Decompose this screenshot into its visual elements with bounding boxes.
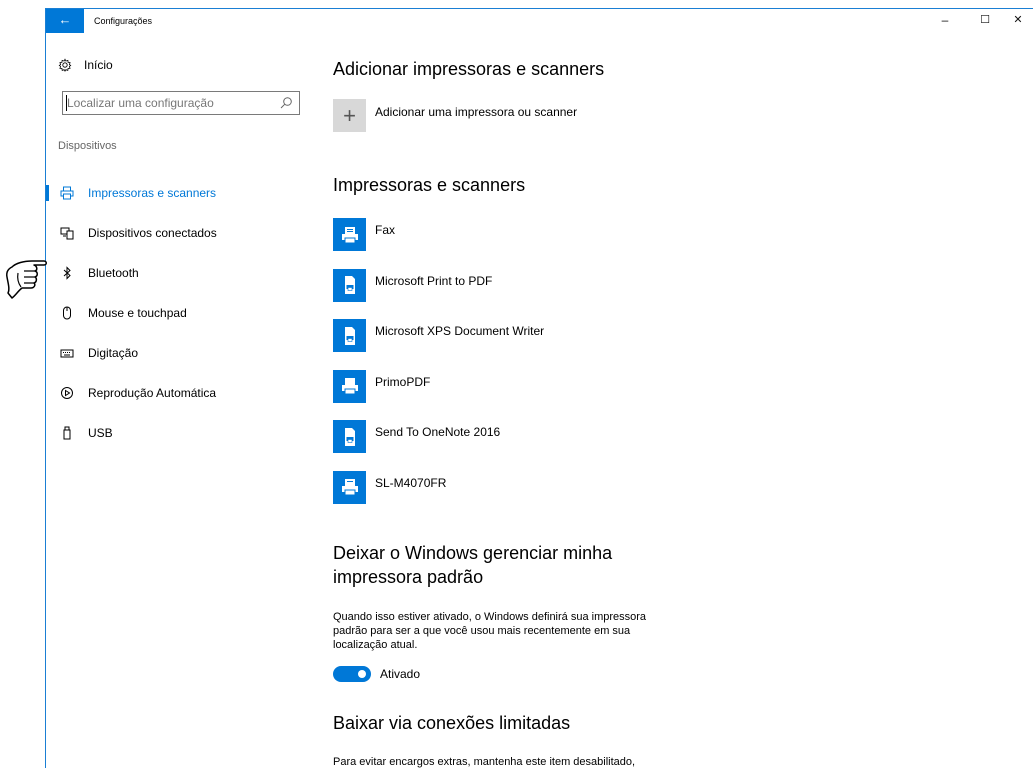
add-printers-heading: Adicionar impressoras e scanners <box>333 59 605 79</box>
toggle-knob <box>358 670 366 678</box>
default-printer-heading-line1: Deixar o Windows gerenciar minha <box>333 543 613 563</box>
sidebar-item-label: Dispositivos conectados <box>88 226 217 240</box>
search-box[interactable] <box>62 91 300 115</box>
printer-name: Microsoft XPS Document Writer <box>375 324 545 338</box>
printer-icon <box>59 185 75 201</box>
default-desc-line1: Quando isso estiver ativado, o Windows d… <box>333 611 647 623</box>
hand-pointer-icon <box>6 260 47 299</box>
sidebar-item-label: Impressoras e scanners <box>88 186 217 200</box>
sidebar-item-label: Digitação <box>88 346 139 360</box>
printer-item-microsoft-print-to-pdf[interactable]: Microsoft Print to PDF <box>333 268 544 320</box>
printer-item-sl-m4070fr[interactable]: SL-M4070FR <box>333 470 544 522</box>
section-label: Dispositivos <box>58 140 117 152</box>
default-printer-heading-line2: impressora padrão <box>333 567 484 587</box>
default-desc-line2: padrão para ser a que você usou mais rec… <box>333 625 631 637</box>
metered-description: Para evitar encargos extras, mantenha es… <box>333 756 636 768</box>
sidebar-item-label: Bluetooth <box>88 266 139 280</box>
sidebar-item-digitacao[interactable]: Digitação <box>46 333 316 373</box>
printer-name: Microsoft Print to PDF <box>375 273 493 288</box>
sidebar-item-reproducao-automatica[interactable]: Reprodução Automática <box>46 373 316 413</box>
sidebar-item-impressoras-e-scanners[interactable]: Impressoras e scanners <box>46 173 316 213</box>
minimize-icon: – <box>941 13 949 27</box>
sidebar-item-label: Mouse e touchpad <box>88 306 187 320</box>
back-button[interactable]: ← <box>46 9 84 33</box>
printer-name: SL-M4070FR <box>375 475 447 490</box>
printer-icon <box>333 369 366 403</box>
document-printer-icon <box>333 420 366 453</box>
add-printer-button[interactable]: + Adicionar uma impressora ou scanner <box>333 99 577 132</box>
search-input[interactable] <box>67 93 277 113</box>
bluetooth-icon <box>59 265 75 281</box>
toggle-state-label: Ativado <box>380 667 421 681</box>
keyboard-icon <box>59 345 75 361</box>
main-content: Adicionar impressoras e scanners + Adici… <box>333 33 1033 768</box>
home-link[interactable]: Início <box>58 58 113 72</box>
document-printer-icon <box>333 319 366 352</box>
home-label: Início <box>84 58 113 72</box>
sidebar-item-mouse-e-touchpad[interactable]: Mouse e touchpad <box>46 293 316 333</box>
printer-item-fax[interactable]: Fax <box>333 218 544 269</box>
add-printer-label: Adicionar uma impressora ou scanner <box>375 105 578 119</box>
default-printer-heading: Deixar o Windows gerenciar minha impress… <box>333 541 612 589</box>
title-bar: ← Configurações – ☐ ✕ <box>46 9 1033 33</box>
printer-name: Send To OneNote 2016 <box>375 425 501 439</box>
sidebar-nav: Impressoras e scanners Dispositivos cone… <box>46 173 316 453</box>
default-printer-toggle-row: Ativado <box>333 666 420 682</box>
printer-icon <box>333 470 366 504</box>
printers-heading: Impressoras e scanners <box>333 175 526 195</box>
default-printer-description: Quando isso estiver ativado, o Windows d… <box>333 610 713 652</box>
printer-item-primopdf[interactable]: PrimoPDF <box>333 369 544 421</box>
default-printer-toggle[interactable] <box>333 666 371 682</box>
maximize-icon: ☐ <box>980 14 990 26</box>
default-desc-line3: localização atual. <box>333 639 418 651</box>
window-title: Configurações <box>94 16 153 26</box>
back-arrow-icon: ← <box>58 12 72 27</box>
printer-item-send-to-onenote-2016[interactable]: Send To OneNote 2016 <box>333 420 544 471</box>
sidebar-item-label: Reprodução Automática <box>88 386 217 400</box>
search-icon[interactable] <box>279 96 293 110</box>
mouse-icon <box>59 305 75 321</box>
text-caret <box>66 95 67 111</box>
sidebar: Início Dispositivos Impressoras e scanne… <box>46 33 316 768</box>
desktop-gutter <box>0 0 45 768</box>
gear-icon <box>58 58 72 72</box>
plus-icon: + <box>333 99 366 132</box>
usb-icon <box>59 425 75 441</box>
autoplay-icon <box>59 385 75 401</box>
printer-name: PrimoPDF <box>375 374 431 389</box>
connected-devices-icon <box>59 225 75 241</box>
close-button[interactable]: ✕ <box>1001 9 1033 33</box>
close-icon: ✕ <box>1013 14 1023 26</box>
metered-heading: Baixar via conexões limitadas <box>333 713 571 733</box>
sidebar-item-bluetooth[interactable]: Bluetooth <box>46 253 316 293</box>
sidebar-item-usb[interactable]: USB <box>46 413 316 453</box>
printer-name: Fax <box>375 223 396 237</box>
printer-item-microsoft-xps-document-writer[interactable]: Microsoft XPS Document Writer <box>333 319 544 370</box>
fax-icon <box>333 218 366 251</box>
sidebar-item-label: USB <box>88 426 113 440</box>
minimize-button[interactable]: – <box>928 9 962 33</box>
maximize-button[interactable]: ☐ <box>968 9 1002 33</box>
sidebar-item-dispositivos-conectados[interactable]: Dispositivos conectados <box>46 213 316 253</box>
printer-list: Fax Microsoft Print to PDF Microsoft XPS… <box>333 218 544 521</box>
document-printer-icon <box>333 268 366 302</box>
